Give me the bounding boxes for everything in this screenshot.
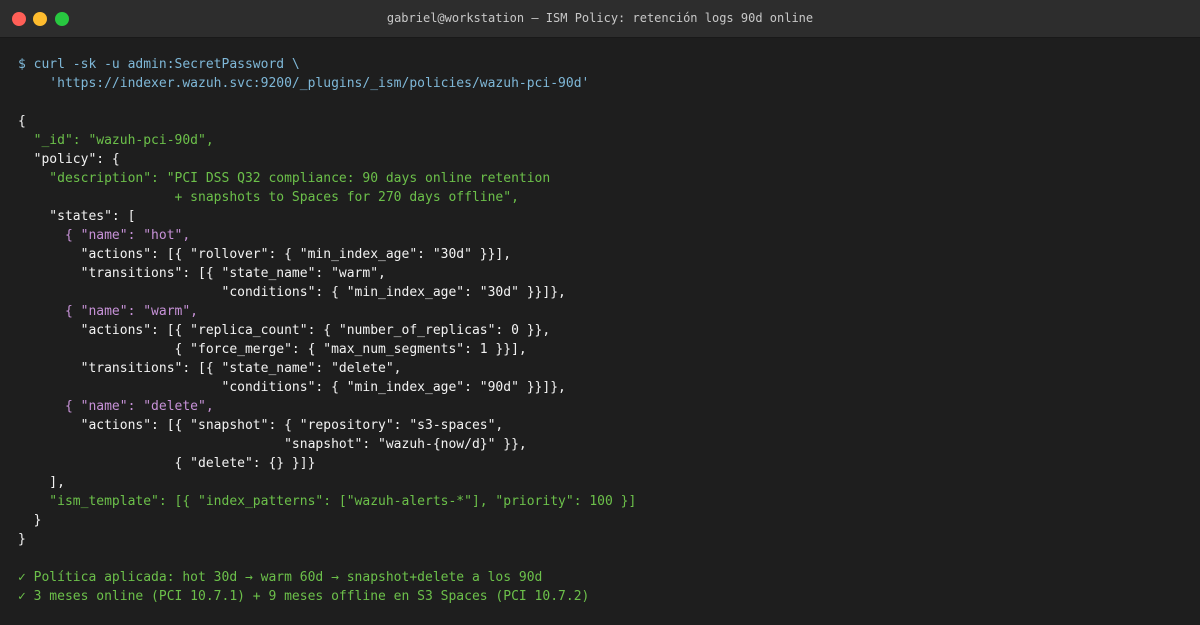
terminal-line: "_id": "wazuh-pci-90d", — [18, 133, 214, 148]
terminal-line: ], — [18, 475, 65, 490]
terminal-line: "transitions": [{ "state_name": "warm", — [18, 266, 386, 281]
terminal-line: "conditions": { "min_index_age": "90d" }… — [18, 380, 566, 395]
terminal-line: "description": "PCI DSS Q32 compliance: … — [18, 171, 551, 186]
terminal-line: { "name": "hot", — [18, 228, 191, 243]
terminal-line: } — [18, 513, 42, 528]
terminal-line: "actions": [{ "snapshot": { "repository"… — [18, 418, 504, 433]
terminal-line: $ curl -sk -u admin:SecretPassword \ — [18, 57, 300, 72]
terminal-line: { — [18, 114, 26, 129]
terminal-line: { "name": "warm", — [18, 304, 199, 319]
window-title: gabriel@workstation — ISM Policy: retenc… — [386, 11, 814, 25]
terminal-line: { "delete": {} }]} — [18, 456, 316, 471]
terminal-window: gabriel@workstation — ISM Policy: retenc… — [0, 0, 1200, 625]
terminal-line: "transitions": [{ "state_name": "delete"… — [18, 361, 402, 376]
terminal-line: "actions": [{ "replica_count": { "number… — [18, 323, 551, 338]
terminal-line: { "force_merge": { "max_num_segments": 1… — [18, 342, 527, 357]
terminal-line: { "name": "delete", — [18, 399, 214, 414]
terminal-line: + snapshots to Spaces for 270 days offli… — [18, 190, 519, 205]
terminal-line: "conditions": { "min_index_age": "30d" }… — [18, 285, 566, 300]
terminal-line: "snapshot": "wazuh-{now/d}" }}, — [18, 437, 527, 452]
terminal-line: } — [18, 532, 26, 547]
terminal-line: "ism_template": [{ "index_patterns": ["w… — [18, 494, 637, 509]
terminal-line: ✓ 3 meses online (PCI 10.7.1) + 9 meses … — [18, 589, 590, 604]
title-bar: gabriel@workstation — ISM Policy: retenc… — [0, 0, 1200, 38]
terminal-output[interactable]: $ curl -sk -u admin:SecretPassword \ 'ht… — [18, 55, 1182, 625]
terminal-line: 'https://indexer.wazuh.svc:9200/_plugins… — [18, 76, 590, 91]
terminal-line: "policy": { — [18, 152, 120, 167]
terminal-line: ✓ Política aplicada: hot 30d → warm 60d … — [18, 570, 543, 585]
terminal-line: "actions": [{ "rollover": { "min_index_a… — [18, 247, 512, 262]
terminal-line: "states": [ — [18, 209, 136, 224]
